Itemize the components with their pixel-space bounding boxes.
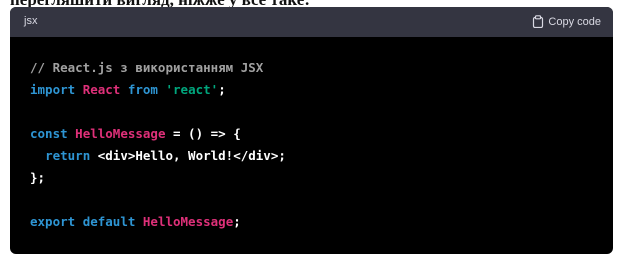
code-token: default (82, 214, 136, 229)
code-token: ; (233, 214, 241, 229)
code-token: // React.js з використанням JSX (30, 60, 264, 75)
code-token: ; (218, 82, 226, 97)
code-token: import (30, 82, 76, 97)
code-token: React (82, 82, 121, 97)
code-block: jsx Copy code // React.js з використання… (10, 7, 613, 254)
code-line: return <div>Hello, World!</div>; (30, 145, 286, 167)
code-token: = () => { (165, 126, 241, 141)
copy-code-label: Copy code (548, 15, 601, 28)
code-block-header: jsx Copy code (10, 7, 613, 37)
code-token: <div>Hello, World!</div>; (90, 148, 286, 163)
code-body: // React.js з використанням JSX import Re… (30, 57, 286, 233)
code-token: }; (30, 170, 46, 185)
code-line: const HelloMessage = () => { (30, 123, 286, 145)
copy-code-button[interactable]: Copy code (532, 15, 601, 28)
clipboard-icon (532, 15, 544, 28)
code-language-label: jsx (24, 15, 38, 27)
code-token: return (45, 148, 91, 163)
code-token: 'react' (165, 82, 219, 97)
code-token: HelloMessage (142, 214, 234, 229)
code-token: export (30, 214, 76, 229)
code-token: from (127, 82, 158, 97)
code-line: import React from 'react'; (30, 79, 286, 101)
code-line: // React.js з використанням JSX (30, 57, 286, 79)
code-line: }; (30, 167, 286, 189)
code-line: export default HelloMessage; (30, 211, 286, 233)
code-token: const (30, 126, 68, 141)
code-token: HelloMessage (75, 126, 166, 141)
